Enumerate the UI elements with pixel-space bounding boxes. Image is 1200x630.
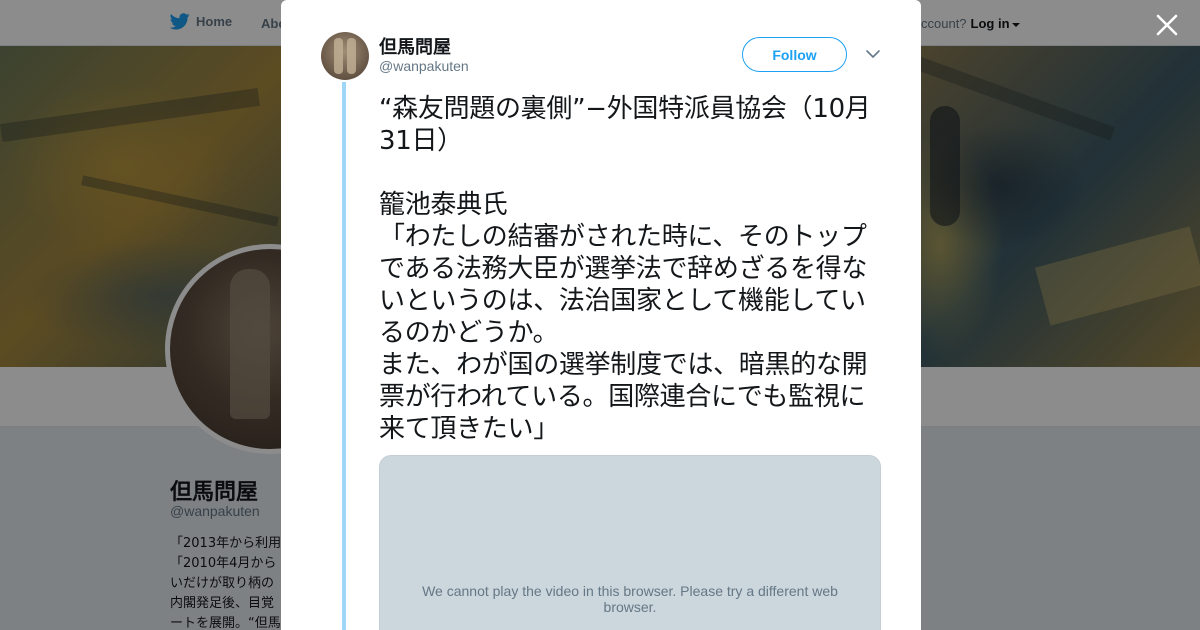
tweet-modal: 但馬問屋 @wanpakuten Follow “森友問題の裏側”−外国特派員協… xyxy=(281,0,921,630)
author-name[interactable]: 但馬問屋 xyxy=(379,33,451,59)
video-player[interactable]: We cannot play the video in this browser… xyxy=(379,455,881,630)
video-error-message: We cannot play the video in this browser… xyxy=(422,583,838,615)
author-handle[interactable]: @wanpakuten xyxy=(379,58,469,74)
thread-line xyxy=(342,82,346,630)
chevron-down-icon[interactable] xyxy=(865,46,881,62)
close-icon[interactable] xyxy=(1154,12,1180,38)
tweet-text: “森友問題の裏側”−外国特派員協会（10月31日） 籠池泰典氏 「わたしの結審が… xyxy=(379,94,871,444)
follow-button[interactable]: Follow xyxy=(742,37,847,72)
author-avatar[interactable] xyxy=(321,32,369,80)
